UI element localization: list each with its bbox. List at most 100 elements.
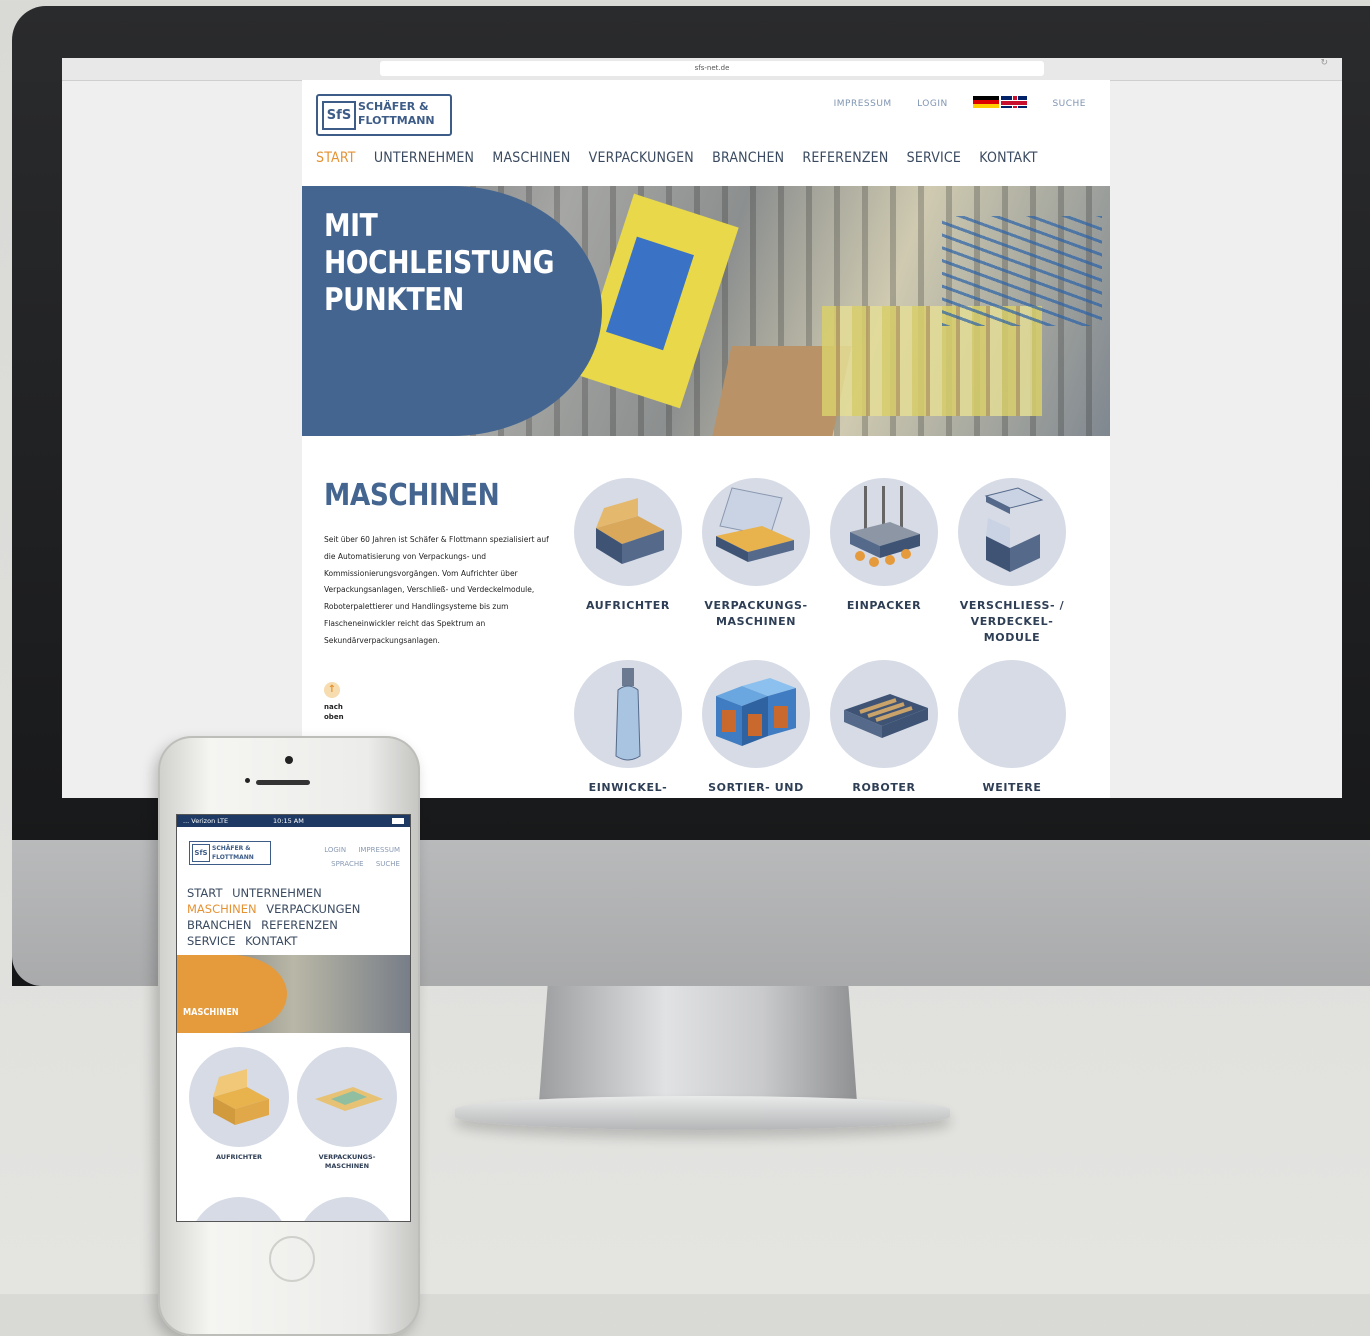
sorting-icon — [702, 660, 810, 768]
mobile-site-logo[interactable]: SfS SCHÄFER & FLOTTMANN — [189, 841, 271, 865]
tile-sortier[interactable]: SORTIER- UND — [692, 660, 820, 796]
address-bar[interactable]: sfs-net.de — [380, 61, 1044, 76]
nav-referenzen[interactable]: REFERENZEN — [802, 150, 888, 166]
logo-mark: SfS — [192, 844, 210, 862]
nav-verpackungen[interactable]: VERPACKUNGEN — [266, 902, 360, 916]
bottle-wrapper-icon — [574, 660, 682, 768]
more-icon — [958, 660, 1066, 768]
sensor-icon — [245, 778, 250, 783]
arrow-up-icon: ↑ — [324, 682, 340, 698]
mobile-hero-panel: MASCHINEN — [177, 955, 287, 1033]
section-title: MASCHINEN — [324, 478, 500, 513]
logo-mark: SfS — [322, 101, 356, 130]
tile-einwickel[interactable]: EINWICKEL- — [564, 660, 692, 796]
home-button[interactable] — [269, 1236, 315, 1282]
desktop-website: SfS SCHÄFER & FLOTTMANN IMPRESSUM LOGIN … — [302, 80, 1110, 798]
logo-line-2: FLOTTMANN — [358, 114, 435, 127]
tile-placeholder-icon — [189, 1197, 289, 1221]
nav-unternehmen[interactable]: UNTERNEHMEN — [232, 886, 322, 900]
mobile-tile-partial-2[interactable] — [297, 1197, 397, 1221]
back-to-top-label: nach oben — [324, 703, 344, 721]
mobile-screen: ... Verizon LTE 10:15 AM SfS SCHÄFER & F… — [176, 814, 411, 1222]
tile-label: VERSCHLIESS- / VERDECKEL- MODULE — [959, 599, 1065, 644]
imac-screen: sfs-net.de ↻ SfS SCHÄFER & FLOTTMANN IMP… — [62, 58, 1342, 798]
tile-aufrichter[interactable]: AUFRICHTER — [564, 478, 692, 614]
uk-flag-icon[interactable] — [1001, 96, 1028, 108]
mobile-hero: MASCHINEN — [177, 955, 410, 1033]
tile-label: AUFRICHTER — [215, 1153, 263, 1161]
case-packer-icon — [830, 478, 938, 586]
imac-stand-foot — [455, 1096, 950, 1130]
tile-label: EINPACKER — [846, 599, 922, 612]
logo-wordmark: SCHÄFER & FLOTTMANN — [212, 844, 254, 862]
box-erector-icon — [574, 478, 682, 586]
tile-label: EINWICKEL- — [588, 781, 668, 794]
mobile-tile-aufrichter[interactable]: AUFRICHTER — [189, 1047, 289, 1162]
tile-label: VERPACKUNGS- MASCHINEN — [318, 1153, 376, 1170]
logo-line-1: SCHÄFER & — [212, 845, 251, 852]
robot-tray-icon — [830, 660, 938, 768]
earpiece-speaker — [256, 780, 310, 785]
hero-title: MIT HOCHLEISTUNG PUNKTEN — [324, 208, 555, 318]
nav-service[interactable]: SERVICE — [187, 934, 235, 948]
top-links: IMPRESSUM LOGIN SUCHE — [812, 96, 1086, 109]
nav-kontakt[interactable]: KONTAKT — [979, 150, 1037, 166]
nav-start[interactable]: START — [187, 886, 222, 900]
tile-roboter[interactable]: ROBOTER — [820, 660, 948, 796]
tile-label: SORTIER- UND — [708, 781, 804, 794]
mobile-nav: START UNTERNEHMEN MASCHINEN VERPACKUNGEN… — [187, 885, 387, 949]
main-nav: START UNTERNEHMEN MASCHINEN VERPACKUNGEN… — [316, 150, 1052, 166]
packaging-machine-icon — [702, 478, 810, 586]
nav-service[interactable]: SERVICE — [907, 150, 961, 166]
nav-start[interactable]: START — [316, 150, 356, 166]
search-link[interactable]: SUCHE — [1052, 99, 1086, 109]
login-link[interactable]: LOGIN — [324, 846, 346, 854]
logo-line-2: FLOTTMANN — [212, 854, 254, 861]
tile-verpackungsmaschinen[interactable]: VERPACKUNGS- MASCHINEN — [692, 478, 820, 630]
impressum-link[interactable]: IMPRESSUM — [358, 846, 400, 854]
status-bar: ... Verizon LTE 10:15 AM — [177, 815, 410, 827]
sprache-link[interactable]: SPRACHE — [331, 860, 363, 868]
search-link[interactable]: SUCHE — [376, 860, 400, 868]
packaging-machine-icon — [297, 1047, 397, 1147]
carrier-label: ... Verizon LTE — [183, 817, 229, 825]
tile-label: WEITERE — [982, 781, 1042, 794]
nav-maschinen[interactable]: MASCHINEN — [492, 150, 570, 166]
reload-icon[interactable]: ↻ — [1320, 58, 1328, 68]
nav-verpackungen[interactable]: VERPACKUNGEN — [589, 150, 694, 166]
nav-unternehmen[interactable]: UNTERNEHMEN — [374, 150, 474, 166]
status-time: 10:15 AM — [273, 817, 304, 825]
nav-branchen[interactable]: BRANCHEN — [712, 150, 784, 166]
hero-panel: MIT HOCHLEISTUNG PUNKTEN — [302, 186, 602, 436]
mobile-hero-title: MASCHINEN — [183, 1007, 239, 1018]
browser-toolbar: sfs-net.de ↻ — [62, 58, 1342, 81]
tile-label: VERPACKUNGS- MASCHINEN — [704, 599, 808, 628]
mobile-tile-verpackungsmaschinen[interactable]: VERPACKUNGS- MASCHINEN — [297, 1047, 397, 1171]
tile-label: ROBOTER — [852, 781, 916, 794]
back-to-top[interactable]: ↑ nach oben — [324, 682, 354, 722]
tile-label: AUFRICHTER — [586, 599, 670, 612]
tile-verschliess-module[interactable]: VERSCHLIESS- / VERDECKEL- MODULE — [948, 478, 1076, 646]
iphone: ... Verizon LTE 10:15 AM SfS SCHÄFER & F… — [158, 736, 420, 1336]
section-text: Seit über 60 Jahren ist Schäfer & Flottm… — [324, 535, 549, 645]
login-link[interactable]: LOGIN — [917, 99, 948, 109]
nav-referenzen[interactable]: REFERENZEN — [261, 918, 338, 932]
site-logo[interactable]: SfS SCHÄFER & FLOTTMANN — [316, 94, 452, 136]
mobile-top-links: LOGIN IMPRESSUM SPRACHE SUCHE — [290, 843, 400, 871]
logo-line-1: SCHÄFER & — [358, 100, 429, 113]
german-flag-icon[interactable] — [973, 96, 1000, 108]
front-camera-icon — [285, 756, 293, 764]
impressum-link[interactable]: IMPRESSUM — [834, 99, 892, 109]
battery-icon — [392, 818, 404, 824]
nav-kontakt[interactable]: KONTAKT — [245, 934, 297, 948]
nav-maschinen[interactable]: MASCHINEN — [187, 902, 257, 916]
tile-weitere[interactable]: WEITERE — [948, 660, 1076, 796]
mobile-tile-partial-1[interactable] — [189, 1197, 289, 1221]
tile-placeholder-icon — [297, 1197, 397, 1221]
lid-module-icon — [958, 478, 1066, 586]
hero-cables-graphic — [942, 216, 1102, 326]
nav-branchen[interactable]: BRANCHEN — [187, 918, 251, 932]
box-erector-icon — [189, 1047, 289, 1147]
hero-banner: MIT HOCHLEISTUNG PUNKTEN — [302, 186, 1110, 436]
tile-einpacker[interactable]: EINPACKER — [820, 478, 948, 614]
